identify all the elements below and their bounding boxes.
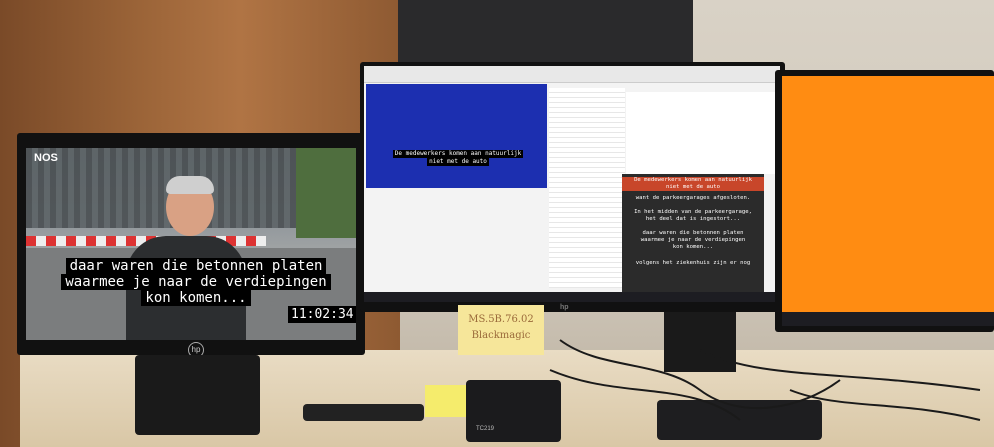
- preview-subtitle: De medewerkers komen aan natuurlijk niet…: [388, 150, 528, 166]
- left-monitor-screen: NOS daar waren die betonnen platen waarm…: [26, 148, 356, 340]
- center-monitor-screen: De medewerkers komen aan natuurlijk niet…: [364, 66, 780, 302]
- reporter-hair: [166, 176, 214, 194]
- subtitle-list[interactable]: [549, 88, 625, 288]
- preview-subtitle-line: niet met de auto: [427, 158, 489, 166]
- monitor-stand: [135, 355, 260, 435]
- app-menubar[interactable]: [364, 66, 780, 83]
- caption-line: het deel dat is ingestort...: [645, 216, 741, 222]
- subtitle-line: daar waren die betonnen platen: [65, 258, 327, 274]
- caption-line: waarmee je naar de verdiepingen: [640, 237, 746, 243]
- cables: [549, 339, 981, 421]
- dark-window: [398, 0, 693, 70]
- sticky-note-line: Blackmagic: [471, 330, 531, 341]
- caption-line: In het midden van de parkeergarage,: [634, 209, 752, 215]
- caption-line: want de parkeergarages afgesloten.: [635, 195, 751, 201]
- caption-line: volgens het ziekenhuis zijn er nog: [635, 260, 751, 266]
- video-preview: De medewerkers komen aan natuurlijk niet…: [366, 84, 547, 188]
- subtitle-block: daar waren die betonnen platen waarmee j…: [61, 258, 331, 306]
- sticky-note: MS.5B.76.02 Blackmagic: [458, 305, 544, 355]
- preview-subtitle-line: De medewerkers komen aan natuurlijk: [392, 150, 524, 158]
- device-label: TC219: [476, 426, 495, 432]
- hp-logo: hp: [560, 304, 569, 311]
- right-monitor-screen: [782, 76, 994, 312]
- caption-line: De medewerkers komen aan natuurlijk: [622, 177, 764, 184]
- editor-pane[interactable]: [626, 92, 776, 174]
- sticky-note-line: MS.5B.76.02: [468, 314, 534, 325]
- remote-control: [303, 404, 424, 421]
- subtitle-line: waarmee je naar de verdiepingen: [61, 274, 331, 290]
- timecode: 11:02:34:12: [288, 306, 356, 323]
- windows-taskbar[interactable]: [782, 312, 994, 326]
- caption-panel: De medewerkers komen aan natuurlijk niet…: [622, 174, 764, 292]
- caption-line: kon komen...: [672, 244, 714, 250]
- trees: [296, 148, 356, 238]
- windows-taskbar[interactable]: [364, 292, 780, 302]
- channel-logo: NOS: [34, 152, 58, 164]
- caption-line: daar waren die betonnen platen: [642, 230, 744, 236]
- caption-line: niet met de auto: [622, 184, 764, 191]
- subtitle-line: kon komen...: [141, 290, 251, 306]
